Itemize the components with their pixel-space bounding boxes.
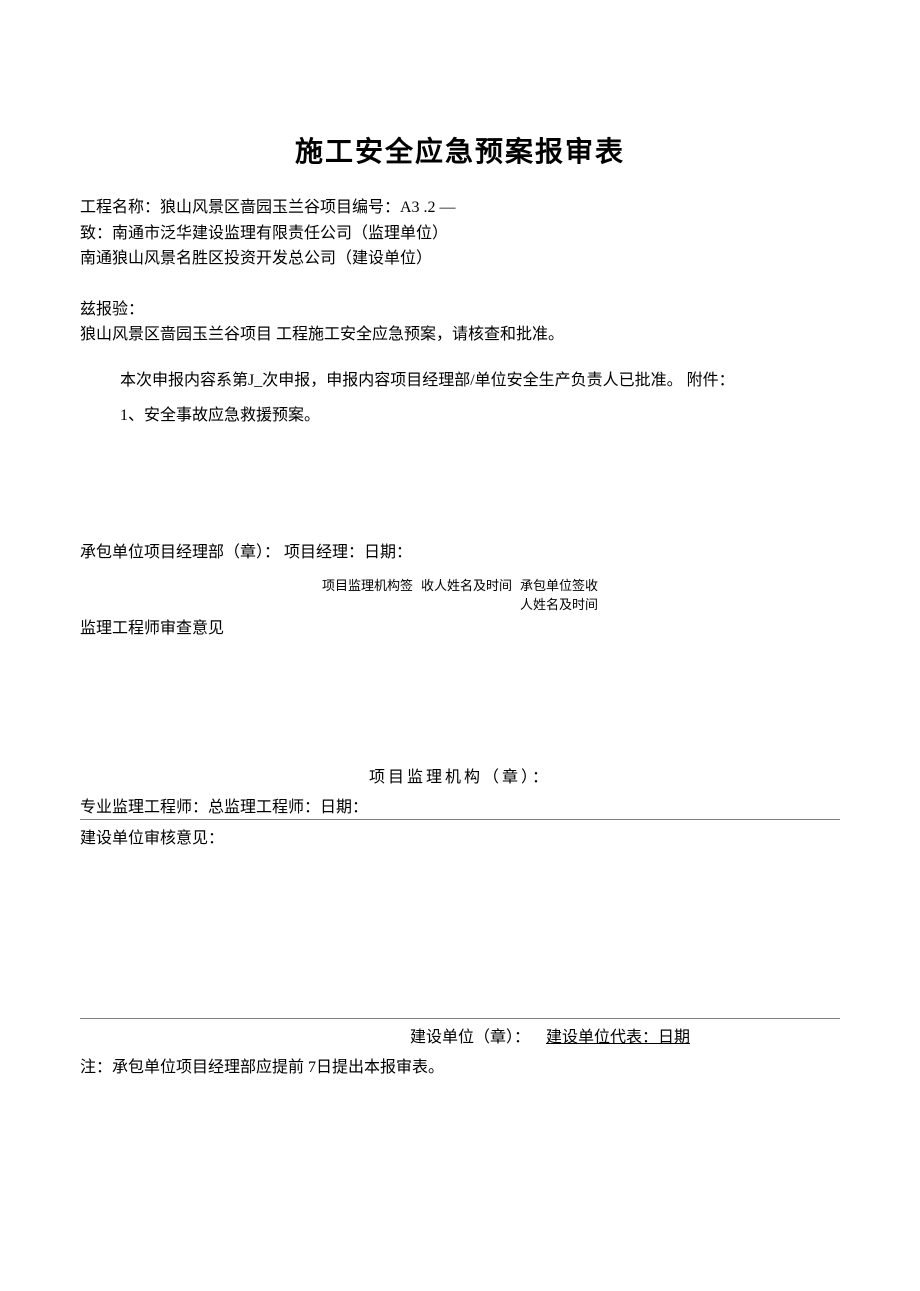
application-detail: 本次申报内容系第J_次申报，申报内容项目经理部/单位安全生产负责人已批准。 附件… xyxy=(80,363,840,398)
document-title: 施工安全应急预案报审表 xyxy=(80,130,840,170)
header-info-block: 工程名称：狼山风景区啬园玉兰谷项目编号：A3 .2 — 致：南通市泛华建设监理有… xyxy=(80,195,840,272)
contractor-sign-line: 承包单位项目经理部（章）： 项目经理：日期： xyxy=(80,538,840,562)
supervisor-org-stamp: 项目监理机构（章）： xyxy=(80,763,840,787)
signature-row: 项目监理机构签 收人姓名及时间 承包单位签收 人姓名及时间 xyxy=(80,577,840,613)
submit-label: 兹报验： xyxy=(80,297,840,323)
sign-col-3: 承包单位签收 人姓名及时间 xyxy=(520,577,598,613)
sign-col-1: 项目监理机构签 xyxy=(322,577,413,613)
investor-line: 南通狼山风景名胜区投资开发总公司（建设单位） xyxy=(80,246,840,272)
footer-note: 注：承包单位项目经理部应提前 7日提出本报审表。 xyxy=(80,1053,840,1077)
attachment-item: 1、安全事故应急救援预案。 xyxy=(80,398,840,433)
construction-stamp-part1: 建设单位（章）： xyxy=(410,1029,530,1046)
report-section: 兹报验： 狼山风景区啬园玉兰谷项目 工程施工安全应急预案，请核查和批准。 xyxy=(80,297,840,348)
sign-col-3a: 承包单位签收 xyxy=(520,577,598,595)
construction-stamp-line: 建设单位（章）： 建设单位代表：日期 xyxy=(80,1023,840,1047)
to-line: 致：南通市泛华建设监理有限责任公司（监理单位） xyxy=(80,221,840,247)
supervisor-opinion-label: 监理工程师审查意见 xyxy=(80,614,840,638)
report-content: 狼山风景区啬园玉兰谷项目 工程施工安全应急预案，请核查和批准。 xyxy=(80,322,840,348)
engineer-sign-line: 专业监理工程师：总监理工程师：日期： xyxy=(80,793,840,820)
project-name-line: 工程名称：狼山风景区啬园玉兰谷项目编号：A3 .2 — xyxy=(80,195,840,221)
divider-line xyxy=(80,1018,840,1019)
sign-col-2: 收人姓名及时间 xyxy=(421,577,512,613)
sign-col-3b: 人姓名及时间 xyxy=(520,596,598,614)
construction-rep-date: 建设单位代表：日期 xyxy=(546,1029,690,1046)
construction-opinion-label: 建设单位审核意见： xyxy=(80,824,840,848)
